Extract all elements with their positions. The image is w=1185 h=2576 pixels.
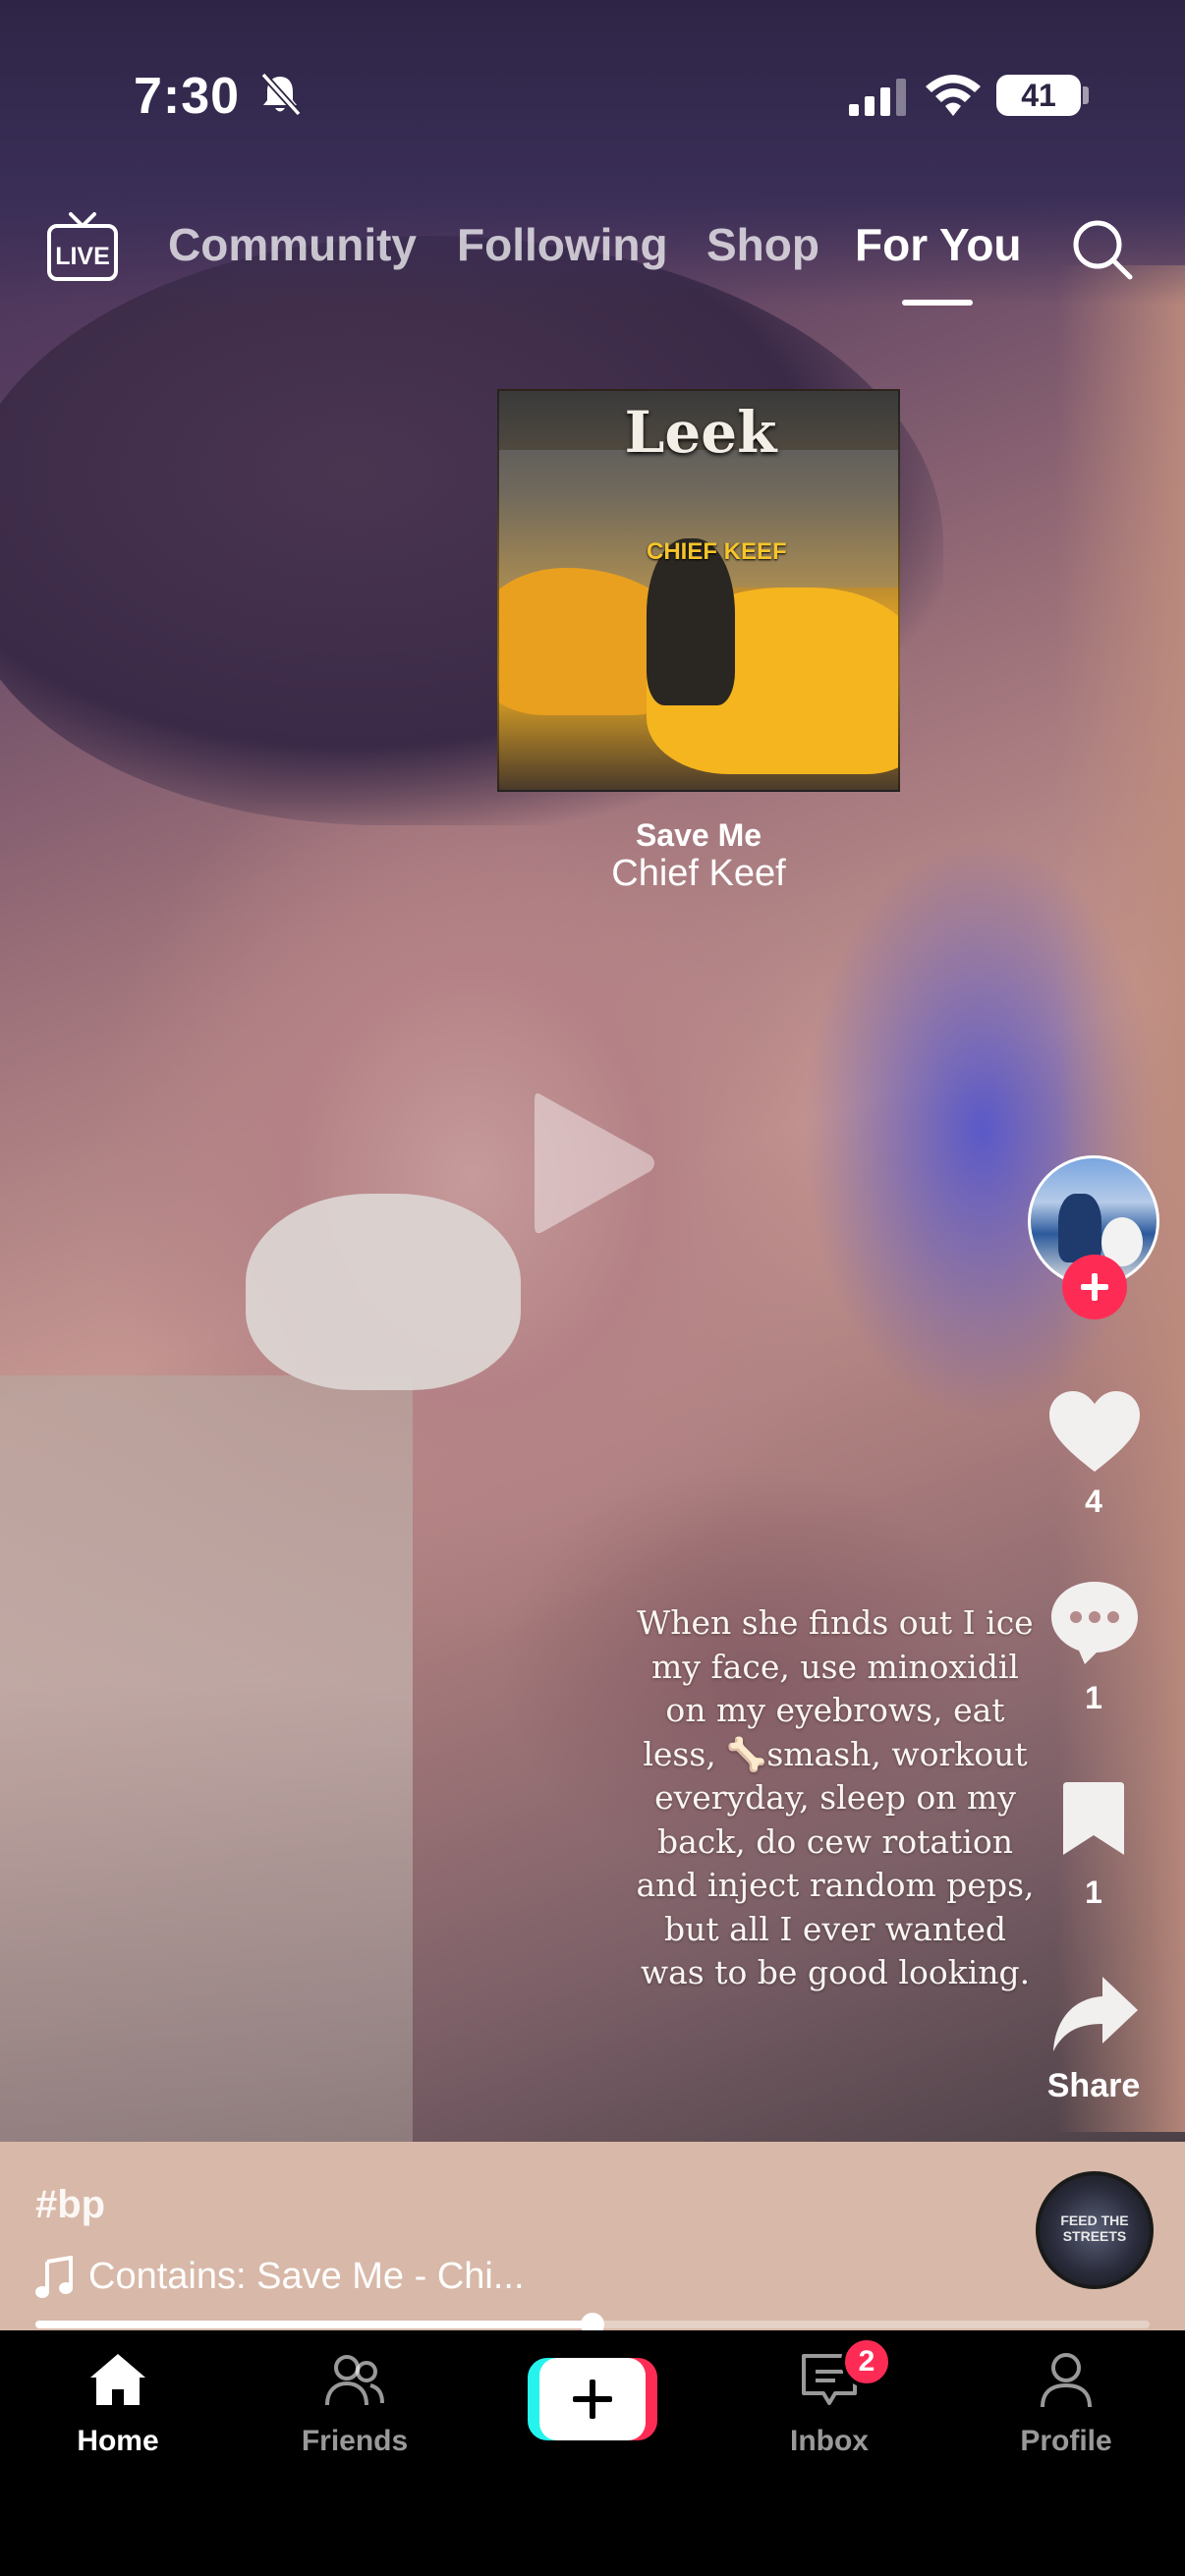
play-icon[interactable] [529,1085,656,1242]
battery-tip [1083,86,1089,104]
tab-inbox[interactable]: Inbox [731,2348,928,2466]
sound-disc-label: FEED THE STREETS [1060,2212,1129,2244]
bookmark-icon[interactable] [1061,1780,1126,1859]
hashtag-link[interactable]: #bp [35,2183,105,2227]
song-title: Save Me [635,817,762,853]
tab-friends[interactable]: Friends [256,2348,453,2466]
live-tv-icon[interactable]: LIVE [45,210,120,285]
cellular-signal-icon [849,79,906,116]
save-count: 1 [1085,1875,1102,1910]
home-indicator [409,2543,776,2554]
active-tab-indicator [902,300,973,306]
search-icon[interactable] [1069,216,1134,281]
tab-inbox-label: Inbox [790,2425,869,2457]
plus-icon [1081,1273,1108,1301]
live-label: LIVE [55,243,110,270]
tab-for-you[interactable]: For You [855,218,1022,271]
sound-disc[interactable]: FEED THE STREETS [1036,2171,1154,2289]
song-artist: Chief Keef [611,853,786,894]
comment-count: 1 [1085,1680,1102,1715]
video-nose-strip [246,1194,521,1390]
tab-home-label: Home [77,2425,159,2457]
album-cover-artist: CHIEF KEEF [647,538,787,565]
album-cover[interactable]: Leek CHIEF KEEF [497,389,900,792]
video-caption-sticker: When she finds out I ice my face, use mi… [636,1603,1035,1991]
tab-friends-label: Friends [301,2425,409,2457]
tab-following[interactable]: Following [457,218,668,271]
wifi-icon [926,75,981,116]
create-button-face [539,2358,646,2440]
home-icon [90,2354,145,2405]
share-label[interactable]: Share [1028,2067,1159,2105]
video-tile-wall [0,1375,413,2142]
album-cover-title: Leek [624,399,777,466]
video-info-strip [0,2142,1185,2330]
battery-level: 41 [996,75,1081,116]
comment-icon[interactable] [1049,1578,1140,1666]
share-arrow-icon[interactable] [1051,1975,1140,2053]
tab-profile[interactable]: Profile [968,2348,1164,2466]
friends-icon [325,2355,384,2406]
tab-community[interactable]: Community [168,218,417,271]
tab-home[interactable]: Home [20,2348,216,2466]
heart-icon[interactable] [1047,1389,1142,1474]
like-count: 4 [1085,1484,1102,1519]
inbox-badge: 2 [841,2336,892,2387]
tab-profile-label: Profile [1020,2425,1112,2457]
status-time: 7:30 [134,68,241,125]
plus-icon [573,2380,612,2419]
avatar-person [1058,1194,1101,1262]
music-link[interactable]: Contains: Save Me - Chi... [88,2256,525,2298]
create-button[interactable] [528,2358,657,2440]
music-note-icon [35,2256,73,2298]
profile-icon [1041,2353,1092,2408]
bell-slash-icon [260,72,302,117]
video-progress-fill [35,2321,592,2328]
tab-shop[interactable]: Shop [706,218,819,271]
follow-button[interactable] [1062,1255,1127,1319]
